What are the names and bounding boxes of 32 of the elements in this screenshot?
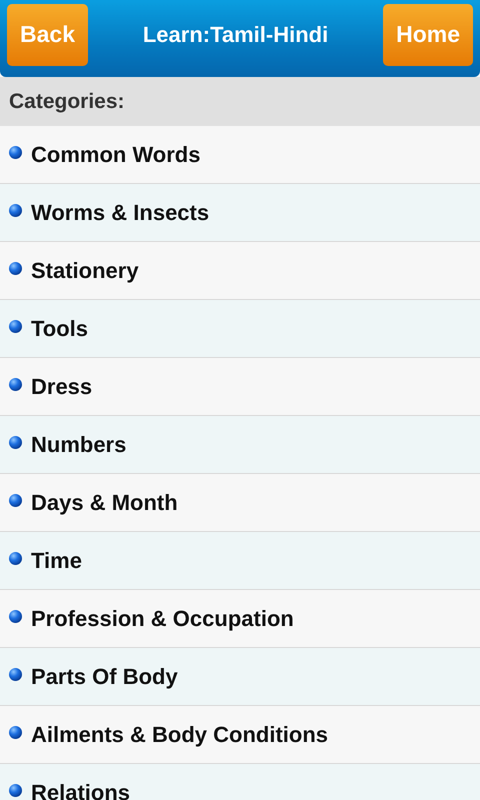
category-label: Numbers [31, 432, 126, 458]
category-label: Common Words [31, 142, 200, 168]
category-label: Worms & Insects [31, 200, 210, 226]
bullet-icon [9, 436, 22, 449]
category-label: Dress [31, 374, 92, 400]
category-item[interactable]: Parts Of Body [0, 648, 480, 706]
category-item[interactable]: Worms & Insects [0, 184, 480, 242]
bullet-icon [9, 610, 22, 623]
bullet-icon [9, 726, 22, 739]
bullet-icon [9, 494, 22, 507]
category-label: Days & Month [31, 490, 178, 516]
category-label: Stationery [31, 258, 139, 284]
bullet-icon [9, 320, 22, 333]
category-item[interactable]: Tools [0, 300, 480, 358]
bullet-icon [9, 204, 22, 217]
category-item[interactable]: Time [0, 532, 480, 590]
category-label: Tools [31, 316, 88, 342]
bullet-icon [9, 262, 22, 275]
category-item[interactable]: Numbers [0, 416, 480, 474]
category-label: Profession & Occupation [31, 606, 294, 632]
category-label: Time [31, 548, 82, 574]
bullet-icon [9, 552, 22, 565]
bullet-icon [9, 784, 22, 797]
category-item[interactable]: Relations [0, 764, 480, 800]
category-label: Ailments & Body Conditions [31, 722, 328, 748]
bullet-icon [9, 668, 22, 681]
bullet-icon [9, 146, 22, 159]
screen-title: Learn:Tamil-Hindi [142, 22, 328, 48]
section-title: Categories: [9, 90, 125, 114]
category-label: Relations [31, 780, 130, 800]
category-label: Parts Of Body [31, 664, 178, 690]
bullet-icon [9, 378, 22, 391]
